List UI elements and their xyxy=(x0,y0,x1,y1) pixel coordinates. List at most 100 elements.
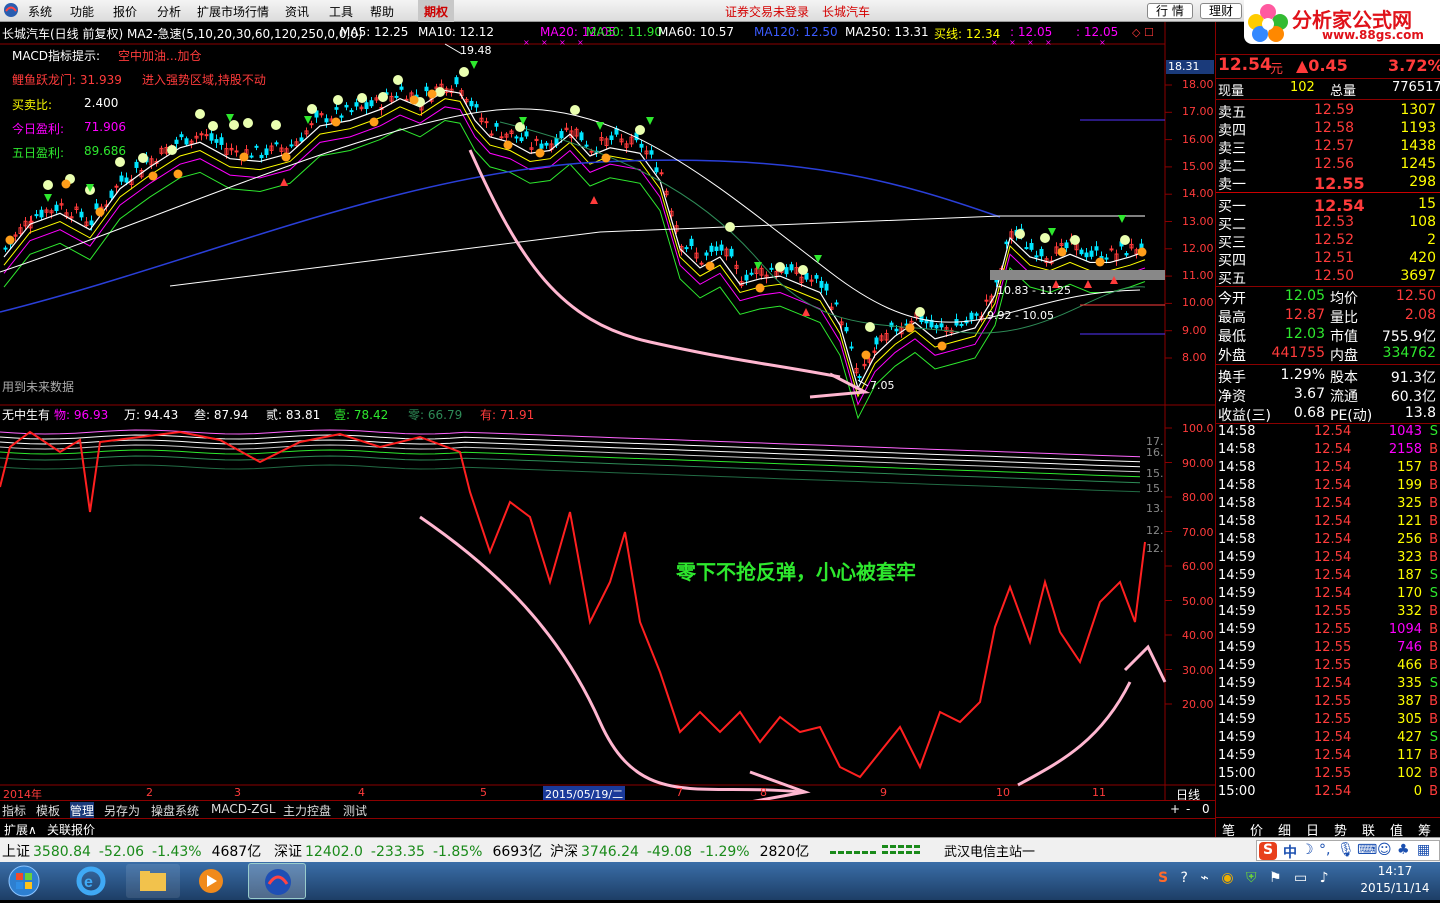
index-ticker[interactable]: 沪深 3746.24 -49.08 -1.29% 2820亿 xyxy=(550,841,809,861)
zoom-in-button[interactable]: + xyxy=(1170,802,1180,816)
ask-row[interactable]: 卖四 12.58 1193 xyxy=(1218,120,1440,139)
reset-zoom-button[interactable]: 0 xyxy=(1202,802,1210,816)
volume-tray-icon[interactable]: ♪ xyxy=(1320,870,1329,886)
menu-news[interactable]: 资讯 xyxy=(285,3,309,20)
menu-analysis[interactable]: 分析 xyxy=(157,3,181,20)
tick-price: 12.54 xyxy=(1314,676,1352,691)
price-chart-canvas[interactable]: × × × × × × × × × xyxy=(0,22,1215,800)
app-tray-icon[interactable]: ◉ xyxy=(1221,870,1233,886)
start-button-icon[interactable] xyxy=(4,864,44,898)
indicator-tab[interactable]: 指标 xyxy=(2,802,26,819)
indicator-tab[interactable]: 另存为 xyxy=(104,802,140,819)
ask-row[interactable]: 卖五 12.59 1307 xyxy=(1218,102,1440,121)
ask-price: 12.55 xyxy=(1314,174,1365,193)
tick-row[interactable]: 14:58 12.54 1043 S xyxy=(1218,424,1440,442)
finance-button[interactable]: 理财 xyxy=(1200,3,1242,19)
ask-row[interactable]: 卖一 12.55 298 xyxy=(1218,174,1440,193)
chart-area[interactable]: 长城汽车(日线 前复权) MA2-急速(5,10,20,30,60,120,25… xyxy=(0,22,1215,802)
moon-icon[interactable]: ☽ xyxy=(1301,842,1314,858)
tick-side: B xyxy=(1429,442,1438,457)
ie-browser-icon[interactable]: e xyxy=(68,864,114,898)
extend-toggle[interactable]: 扩展∧ xyxy=(4,821,37,838)
tick-row[interactable]: 15:00 12.55 102 B xyxy=(1218,766,1440,784)
linked-quote-tab[interactable]: 关联报价 xyxy=(47,821,95,838)
index-ticker[interactable]: 深证 12402.0 -233.35 -1.85% 6693亿 xyxy=(274,841,542,861)
mic-icon[interactable]: 🎙 xyxy=(1337,842,1355,858)
tick-row[interactable]: 14:59 12.54 323 B xyxy=(1218,550,1440,568)
index-ticker[interactable]: 上证 3580.84 -52.06 -1.43% 4687亿 xyxy=(2,841,261,861)
indicator-tab[interactable]: 主力控盘 xyxy=(283,802,331,819)
menu-tools[interactable]: 工具 xyxy=(329,3,353,20)
tick-row[interactable]: 14:58 12.54 199 B xyxy=(1218,478,1440,496)
bid-row[interactable]: 买一 12.54 15 xyxy=(1218,196,1440,215)
bid-row[interactable]: 买四 12.51 420 xyxy=(1218,250,1440,269)
ask-row[interactable]: 卖二 12.56 1245 xyxy=(1218,156,1440,175)
tick-row[interactable]: 14:58 12.54 157 B xyxy=(1218,460,1440,478)
menu-function[interactable]: 功能 xyxy=(70,3,94,20)
indicator-tab[interactable]: 测试 xyxy=(343,802,367,819)
tick-row[interactable]: 14:59 12.55 1094 B xyxy=(1218,622,1440,640)
network-tray-icon[interactable]: ⌁ xyxy=(1200,870,1208,886)
index-change-pct: -1.85% xyxy=(432,844,483,860)
menu-help[interactable]: 帮助 xyxy=(370,3,394,20)
tick-row[interactable]: 14:59 12.55 466 B xyxy=(1218,658,1440,676)
punctuation-icon[interactable]: °, xyxy=(1319,842,1330,858)
indicator-tab[interactable]: 操盘系统 xyxy=(151,802,199,819)
media-player-icon[interactable] xyxy=(188,864,234,898)
tick-row[interactable]: 14:58 12.54 325 B xyxy=(1218,496,1440,514)
candle-body xyxy=(959,323,964,326)
menu-quote[interactable]: 报价 xyxy=(113,3,137,20)
tick-row[interactable]: 14:59 12.54 170 S xyxy=(1218,586,1440,604)
keyboard-icon[interactable]: ⌨ xyxy=(1357,842,1377,858)
tick-row[interactable]: 14:59 12.55 387 B xyxy=(1218,694,1440,712)
ime-mode[interactable]: 中 xyxy=(1283,842,1297,862)
clock-date[interactable]: 2015/11/14 xyxy=(1352,881,1438,895)
tick-volume: 157 xyxy=(1397,460,1422,475)
app-logo-icon[interactable] xyxy=(2,2,20,21)
grid-icon[interactable]: ▦ xyxy=(1417,842,1430,858)
server-name[interactable]: 武汉电信主站一 xyxy=(944,841,1035,860)
ask-row[interactable]: 卖三 12.57 1438 xyxy=(1218,138,1440,157)
ime-toolbar[interactable]: S 中 ☽ °, 🎙 ⌨ ☺ ♣ ▦ xyxy=(1256,840,1440,861)
zoom-out-button[interactable]: - xyxy=(1186,802,1190,816)
price-tick-label: 12.00 xyxy=(1182,241,1214,255)
help-tray-icon[interactable]: ? xyxy=(1181,870,1188,886)
quote-button[interactable]: 行 情 xyxy=(1147,3,1193,19)
flag-tray-icon[interactable]: ⚑ xyxy=(1269,870,1282,886)
tick-row[interactable]: 14:59 12.55 332 B xyxy=(1218,604,1440,622)
tick-row[interactable]: 14:58 12.54 121 B xyxy=(1218,514,1440,532)
tray-icons[interactable]: S ? ⌁ ◉ ⛨ ⚑ ▭ ♪ xyxy=(1158,870,1329,886)
sogou-tray-icon[interactable]: S xyxy=(1158,870,1168,886)
indicator-tab[interactable]: 模板 xyxy=(36,802,60,819)
clock-time[interactable]: 14:17 xyxy=(1360,864,1430,878)
user-icon[interactable]: ☺ xyxy=(1377,842,1392,858)
tick-row[interactable]: 14:59 12.55 305 B xyxy=(1218,712,1440,730)
tick-row[interactable]: 14:58 12.54 256 B xyxy=(1218,532,1440,550)
tick-row[interactable]: 14:59 12.54 117 B xyxy=(1218,748,1440,766)
menu-system[interactable]: 系统 xyxy=(28,3,52,20)
tab-options[interactable]: 期权 xyxy=(418,0,455,22)
bid-row[interactable]: 买二 12.53 108 xyxy=(1218,214,1440,233)
tick-row[interactable]: 14:59 12.54 187 S xyxy=(1218,568,1440,586)
tick-row[interactable]: 14:59 12.55 746 B xyxy=(1218,640,1440,658)
login-status[interactable]: 证券交易未登录 xyxy=(725,3,809,20)
file-explorer-icon[interactable] xyxy=(126,864,180,898)
tick-row[interactable]: 14:59 12.54 335 S xyxy=(1218,676,1440,694)
tick-row[interactable]: 15:00 12.54 0 B xyxy=(1218,784,1440,802)
monitor-tray-icon[interactable]: ▭ xyxy=(1294,870,1307,886)
candle-body xyxy=(369,100,374,107)
stock-app-taskbar-icon[interactable] xyxy=(248,863,306,899)
candle-body xyxy=(134,161,139,168)
menu-extended-market[interactable]: 扩展市场行情 xyxy=(197,3,269,20)
tick-row[interactable]: 14:58 12.54 2158 B xyxy=(1218,442,1440,460)
bid-row[interactable]: 买三 12.52 2 xyxy=(1218,232,1440,251)
indicator-tab[interactable]: MACD-ZGL xyxy=(211,802,276,816)
shield-tray-icon[interactable]: ⛨ xyxy=(1246,870,1257,886)
tick-row[interactable]: 14:59 12.54 427 S xyxy=(1218,730,1440,748)
shirt-icon[interactable]: ♣ xyxy=(1397,842,1410,858)
bid-row[interactable]: 买五 12.50 3697 xyxy=(1218,268,1440,287)
bid-price: 12.54 xyxy=(1314,196,1365,215)
indicator-tab[interactable]: 管理 xyxy=(70,802,95,819)
sogou-icon[interactable]: S xyxy=(1259,842,1277,860)
coin-signal-icon xyxy=(1095,257,1105,267)
